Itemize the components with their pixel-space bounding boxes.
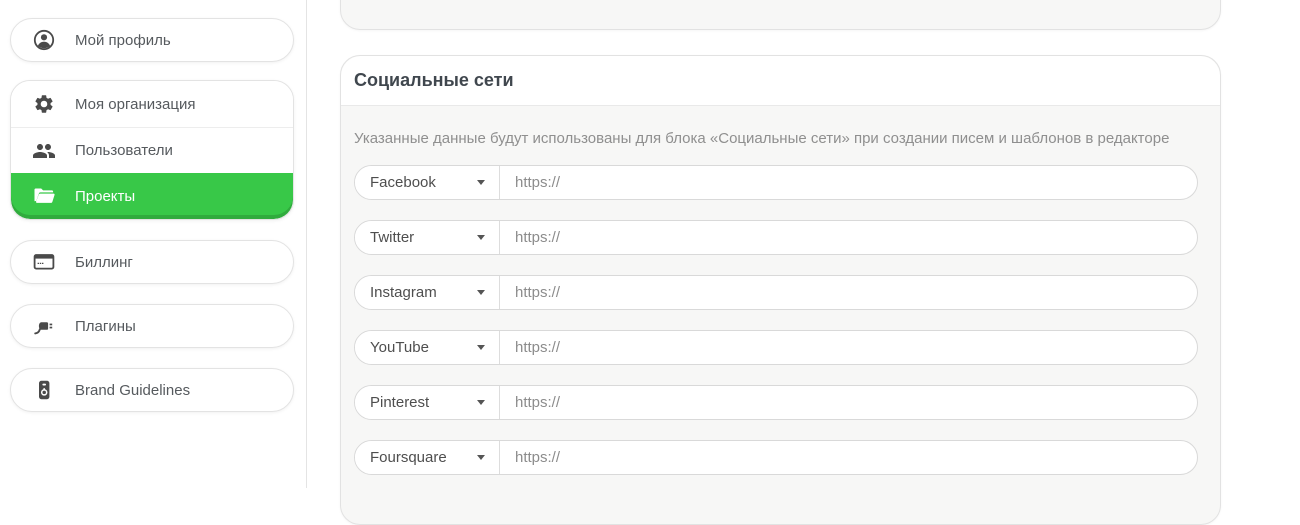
sidebar-item-my-organization[interactable]: Моя организация [11, 81, 293, 127]
sidebar-group-organization: Моя организация Пользователи Проекты [10, 80, 294, 220]
network-select-value: YouTube [370, 339, 429, 356]
card-body: Указанные данные будут использованы для … [341, 106, 1220, 495]
sidebar-item-billing[interactable]: Биллинг [10, 240, 294, 284]
chevron-down-icon [477, 345, 485, 350]
sidebar-item-projects[interactable]: Проекты [11, 173, 293, 219]
social-url-input[interactable] [500, 221, 1197, 254]
card-title: Социальные сети [354, 70, 514, 90]
sidebar-item-label: Моя организация [75, 95, 196, 113]
chevron-down-icon [477, 400, 485, 405]
network-select-value: Instagram [370, 284, 437, 301]
social-rows: Facebook Twitter Instagram YouTube Pinterest… [354, 165, 1198, 475]
network-select-value: Facebook [370, 174, 436, 191]
sidebar-item-label: Пользователи [75, 142, 173, 159]
sidebar: Мой профиль Моя организация Пользователи [0, 0, 307, 488]
social-row: Foursquare [354, 440, 1198, 475]
social-row: Instagram [354, 275, 1198, 310]
social-row: Twitter [354, 220, 1198, 255]
main-content: Социальные сети Указанные данные будут и… [307, 0, 1300, 525]
social-url-input[interactable] [500, 276, 1197, 309]
card-header: Социальные сети [341, 56, 1220, 106]
sidebar-item-my-profile[interactable]: Мой профиль [10, 18, 294, 62]
sidebar-item-label: Проекты [75, 187, 136, 205]
network-select[interactable]: Twitter [355, 221, 500, 254]
gear-icon [32, 92, 56, 116]
network-select-value: Pinterest [370, 394, 430, 411]
social-row: Facebook [354, 165, 1198, 200]
user-circle-icon [32, 28, 56, 52]
network-select[interactable]: Instagram [355, 276, 500, 309]
plug-icon [32, 314, 56, 338]
network-select[interactable]: Foursquare [355, 441, 500, 474]
social-row: Pinterest [354, 385, 1198, 420]
previous-card-partial [340, 0, 1221, 30]
network-select[interactable]: YouTube [355, 331, 500, 364]
social-url-input[interactable] [500, 331, 1197, 364]
chevron-down-icon [477, 180, 485, 185]
sidebar-item-label: Brand Guidelines [75, 381, 191, 399]
network-select-value: Foursquare [370, 449, 447, 466]
social-url-input[interactable] [500, 166, 1197, 199]
brand-book-icon [32, 378, 56, 402]
chevron-down-icon [477, 235, 485, 240]
sidebar-item-users[interactable]: Пользователи [11, 127, 293, 173]
users-icon [32, 139, 56, 163]
credit-card-icon [32, 250, 56, 274]
social-networks-card: Социальные сети Указанные данные будут и… [340, 55, 1221, 525]
app-root: Мой профиль Моя организация Пользователи [0, 0, 1300, 525]
sidebar-item-plugins[interactable]: Плагины [10, 304, 294, 348]
social-url-input[interactable] [500, 386, 1197, 419]
sidebar-item-label: Мой профиль [75, 31, 171, 49]
network-select-value: Twitter [370, 229, 415, 246]
sidebar-item-label: Биллинг [75, 253, 133, 271]
chevron-down-icon [477, 455, 485, 460]
network-select[interactable]: Facebook [355, 166, 500, 199]
network-select[interactable]: Pinterest [355, 386, 500, 419]
card-description: Указанные данные будут использованы для … [354, 130, 1170, 147]
sidebar-item-brand-guidelines[interactable]: Brand Guidelines [10, 368, 294, 412]
social-url-input[interactable] [500, 441, 1197, 474]
sidebar-item-label: Плагины [75, 317, 136, 335]
social-row: YouTube [354, 330, 1198, 365]
chevron-down-icon [477, 290, 485, 295]
folder-open-icon [32, 184, 56, 208]
